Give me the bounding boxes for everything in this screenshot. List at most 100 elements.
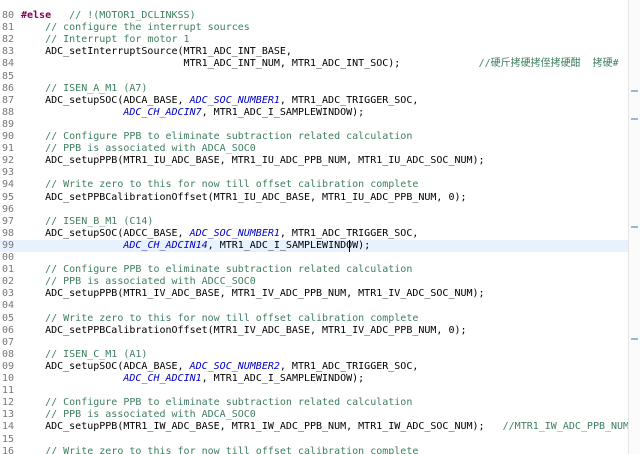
code-line[interactable]: 80 #else // !(MOTOR1_DCLINKSS) [0, 10, 629, 22]
code-line[interactable]: 14 ADC_setupPPB(MTR1_IW_ADC_BASE, MTR1_I… [0, 421, 629, 433]
code-text: // Configure PPB to eliminate subtractio… [21, 131, 412, 143]
line-number: 92 [1, 155, 14, 167]
code-line[interactable]: 11 [0, 385, 629, 397]
line-number: 93 [1, 167, 14, 179]
code-line[interactable]: 16 // Write zero to this for now till of… [0, 446, 629, 454]
code-line[interactable]: 02 // PPB is associated with ADCC_SOC0 [0, 276, 629, 288]
code-line[interactable]: 93 [0, 167, 629, 179]
code-token: , MTR1_ADC_I_SAMPLEWINDOW); [207, 239, 371, 251]
code-text: // ISEN_A_M1 (A7) [21, 83, 147, 95]
line-number: 04 [1, 300, 14, 312]
code-line[interactable]: 01 // Configure PPB to eliminate subtrac… [0, 264, 629, 276]
line-number: 99 [1, 239, 14, 251]
code-line[interactable]: 08 // ISEN_C_M1 (A1) [0, 349, 629, 361]
code-line[interactable]: 89 [0, 119, 629, 131]
code-line[interactable]: 87 ADC_setupSOC(ADCA_BASE, ADC_SOC_NUMBE… [0, 95, 629, 107]
line-number: 07 [1, 336, 14, 348]
code-text: // ISEN_C_M1 (A1) [21, 349, 147, 361]
code-macro: ADC_CH_ADCIN7 [123, 106, 202, 118]
code-text: // Write zero to this for now till offse… [21, 446, 418, 454]
line-number: 02 [1, 276, 14, 288]
code-line[interactable]: 90 // Configure PPB to eliminate subtrac… [0, 131, 629, 143]
code-line[interactable]: 95 ADC_setPPBCalibrationOffset(MTR1_IU_A… [0, 192, 629, 204]
code-token: ADC_setupSOC(ADCC_BASE, [21, 227, 190, 239]
code-line[interactable]: 81 // configure the interrupt sources [0, 22, 629, 34]
code-line[interactable]: 96 [0, 204, 629, 216]
line-number: 11 [1, 385, 14, 397]
code-line[interactable]: 15 [0, 434, 629, 446]
line-number: 96 [1, 203, 14, 215]
code-comment: //MTR1_IW_ADC_PPB_NUM 硬斤拷硬 [502, 421, 629, 433]
code-line[interactable]: 88 ADC_CH_ADCIN7, MTR1_ADC_I_SAMPLEWINDO… [0, 107, 629, 119]
code-line[interactable]: 03 ADC_setupPPB(MTR1_IV_ADC_BASE, MTR1_I… [0, 288, 629, 300]
overview-marker[interactable] [631, 90, 638, 92]
line-number: 10 [1, 373, 14, 384]
code-line[interactable]: 06 ADC_setPPBCalibrationOffset(MTR1_IV_A… [0, 325, 629, 337]
code-token: , MTR1_ADC_TRIGGER_SOC, [279, 94, 419, 106]
code-line[interactable]: 10 ADC_CH_ADCIN1, MTR1_ADC_I_SAMPLEWINDO… [0, 373, 629, 385]
code-line[interactable]: 86 // ISEN_A_M1 (A7) [0, 83, 629, 95]
code-comment: // Configure PPB to eliminate subtractio… [21, 397, 413, 409]
code-comment: // Write zero to this for now till offse… [21, 445, 419, 454]
line-number: 15 [1, 433, 14, 445]
code-line[interactable]: 13 // PPB is associated with ADCA_SOC0 [0, 409, 629, 421]
code-line[interactable]: 12 // Configure PPB to eliminate subtrac… [0, 397, 629, 409]
code-line[interactable]: 04 [0, 300, 629, 312]
code-line[interactable]: 84 MTR1_ADC_INT_NUM, MTR1_ADC_INT_SOC); … [0, 58, 629, 70]
code-token: ADC_setInterruptSource(MTR1_ADC_INT_BASE… [21, 46, 292, 58]
code-line[interactable]: 05 // Write zero to this for now till of… [0, 313, 629, 325]
code-text: // ISEN_B_M1 (C14) [21, 216, 153, 228]
code-text: ADC_setupSOC(ADCA_BASE, ADC_SOC_NUMBER2,… [21, 361, 418, 373]
overview-marker[interactable] [631, 338, 638, 340]
code-token: ADC_setupSOC(ADCA_BASE, [21, 94, 190, 106]
code-comment: // Write zero to this for now till offse… [21, 179, 419, 191]
code-comment: //硬斤拷硬拷侄拷硬酣 拷硬# [478, 58, 619, 70]
line-number: 98 [1, 227, 14, 239]
line-number: 01 [1, 264, 14, 276]
code-text: ADC_setupSOC(ADCA_BASE, ADC_SOC_NUMBER1,… [21, 95, 418, 107]
code-token: ADC_setupPPB(MTR1_IV_ADC_BASE, MTR1_IV_A… [21, 288, 485, 300]
code-line[interactable]: 99 ADC_CH_ADCIN14, MTR1_ADC_I_SAMPLEWIND… [0, 239, 629, 252]
code-comment: // Configure PPB to eliminate subtractio… [21, 264, 413, 276]
code-macro: ADC_CH_ADCIN1 [123, 373, 202, 384]
code-comment: // Interrupt for motor 1 [21, 34, 190, 46]
code-comment: // Write zero to this for now till offse… [21, 312, 419, 324]
line-number: 06 [1, 324, 14, 336]
code-line[interactable]: 07 [0, 337, 629, 349]
line-number: 86 [1, 82, 14, 94]
code-line[interactable]: 82 // Interrupt for motor 1 [0, 34, 629, 46]
line-number: 85 [1, 70, 14, 82]
line-number: 97 [1, 215, 14, 227]
code-line[interactable]: 83 ADC_setInterruptSource(MTR1_ADC_INT_B… [0, 46, 629, 58]
overview-marker[interactable] [631, 226, 638, 228]
code-text: ADC_setupPPB(MTR1_IW_ADC_BASE, MTR1_IW_A… [21, 421, 629, 433]
code-line[interactable]: 92 ADC_setupPPB(MTR1_IU_ADC_BASE, MTR1_I… [0, 155, 629, 167]
code-text: #else // !(MOTOR1_DCLINKSS) [21, 10, 196, 22]
code-line[interactable]: 94 // Write zero to this for now till of… [0, 179, 629, 191]
code-line[interactable]: 09 ADC_setupSOC(ADCA_BASE, ADC_SOC_NUMBE… [0, 361, 629, 373]
code-token: MTR1_ADC_INT_NUM, MTR1_ADC_INT_SOC); [21, 58, 479, 70]
line-number: 03 [1, 288, 14, 300]
code-macro: ADC_SOC_NUMBER2 [189, 360, 280, 372]
line-number: 12 [1, 397, 14, 409]
overview-marker[interactable] [631, 118, 638, 120]
code-text: // Write zero to this for now till offse… [21, 313, 418, 325]
code-comment: // Configure PPB to eliminate subtractio… [21, 131, 413, 142]
code-line[interactable]: 85 [0, 71, 629, 83]
code-token: ADC_setupPPB(MTR1_IU_ADC_BASE, MTR1_IU_A… [21, 155, 485, 167]
code-line[interactable]: 00 [0, 252, 629, 264]
overview-ruler[interactable] [628, 0, 640, 454]
code-comment: // ISEN_A_M1 (A7) [21, 82, 148, 94]
code-token: , MTR1_ADC_I_SAMPLEWINDOW); [201, 106, 365, 118]
code-line[interactable]: 98 ADC_setupSOC(ADCC_BASE, ADC_SOC_NUMBE… [0, 228, 629, 240]
line-number: 90 [1, 131, 14, 142]
code-editor[interactable]: 80 #else // !(MOTOR1_DCLINKSS) 81 // confi… [0, 0, 629, 454]
code-line[interactable]: 97 // ISEN_B_M1 (C14) [0, 216, 629, 228]
code-token: , MTR1_ADC_TRIGGER_SOC, [279, 227, 419, 239]
code-text: ADC_CH_ADCIN7, MTR1_ADC_I_SAMPLEWINDOW); [21, 107, 364, 119]
code-line[interactable]: 91 // PPB is associated with ADCA_SOC0 [0, 143, 629, 155]
line-number: 91 [1, 143, 14, 155]
